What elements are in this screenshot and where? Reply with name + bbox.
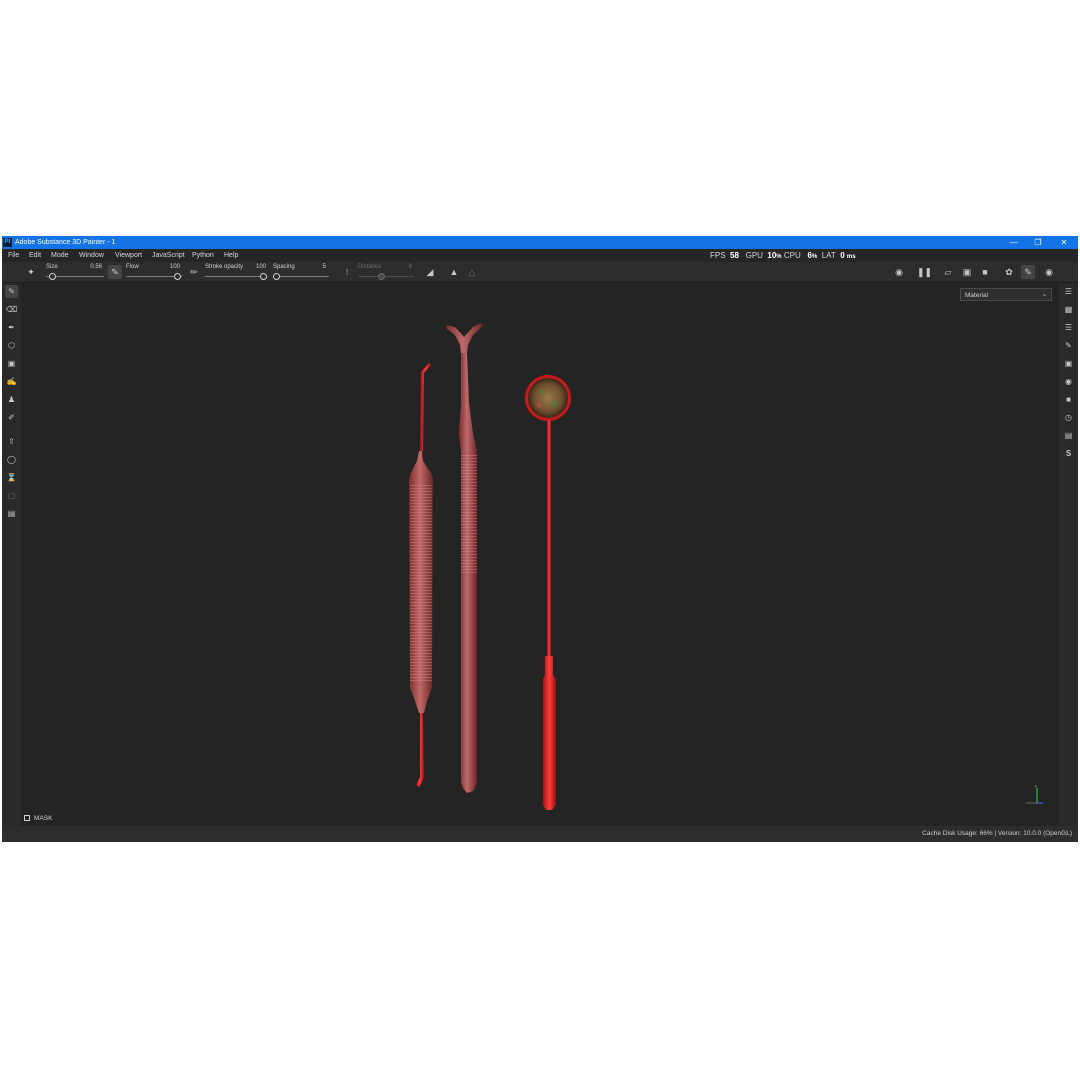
minimize-button[interactable]: — — [1002, 236, 1026, 249]
distance-label: Distance — [358, 264, 382, 270]
texture-set-icon[interactable]: ▦ — [1062, 303, 1075, 316]
menu-window[interactable]: Window — [79, 251, 104, 260]
flow-value[interactable]: 100 — [164, 264, 180, 271]
spacing-slider-handle[interactable] — [273, 273, 280, 280]
distance-value: 8 — [408, 264, 412, 270]
quick-mask-icon[interactable]: ◯ — [5, 453, 18, 466]
paint-brush-icon[interactable]: ✎ — [5, 285, 18, 298]
geometry-fill-icon[interactable]: ⬡ — [5, 339, 18, 352]
stroke-opacity-label: Stroke opacity — [205, 264, 244, 270]
mask-checkbox[interactable] — [24, 815, 30, 822]
spacing-slider[interactable] — [273, 276, 329, 277]
gpu-value: 10 — [767, 251, 777, 260]
menu-javascript[interactable]: JavaScript — [152, 251, 185, 260]
screenshot-camera-icon[interactable]: ◉ — [1042, 265, 1056, 279]
right-panel-bar: ☰ ▦ ☰ ✎ ▣ ◉ ■ ◷ ▤ S — [1059, 283, 1078, 826]
shelf-icon[interactable]: ■ — [1062, 393, 1075, 406]
pause-render-icon[interactable]: ❚❚ — [917, 265, 932, 279]
stroke-opacity-slider[interactable] — [205, 276, 267, 277]
display-settings-icon[interactable]: ▣ — [1062, 357, 1075, 370]
brush-preset-icon[interactable]: ✦ — [24, 265, 38, 279]
properties-icon[interactable]: ✎ — [1062, 339, 1075, 352]
smudge-icon[interactable]: ✍ — [5, 375, 18, 388]
mouth-mirror[interactable] — [525, 375, 571, 810]
bake-export-icon[interactable]: ⇪ — [5, 435, 18, 448]
menu-mode[interactable]: Mode — [51, 251, 69, 260]
pen-pressure-icon[interactable]: ✏ — [187, 265, 201, 279]
viewport-mode-icon[interactable]: ▱ — [941, 265, 955, 279]
hide-ui-icon[interactable]: ◉ — [892, 265, 906, 279]
distance-slider — [358, 276, 414, 277]
projection-icon[interactable]: ✒ — [5, 321, 18, 334]
tool-properties-bar: ✦ Size 0.56 ✎ Flow 100 ✏ Stroke opacity … — [2, 262, 1078, 283]
close-button[interactable]: ✕ — [1052, 236, 1076, 249]
size-label: Size — [46, 264, 58, 270]
explorer-probe[interactable] — [409, 363, 433, 787]
layers-panel-icon[interactable]: ☰ — [1062, 285, 1075, 298]
disabled-tool-icon: ⌛ — [6, 473, 17, 482]
title-bar: Pt Adobe Substance 3D Painter - 1 — ❐ ✕ — [2, 236, 1078, 249]
window-title: Adobe Substance 3D Painter - 1 — [15, 239, 116, 246]
clone-stamp-icon[interactable]: ♟ — [5, 393, 18, 406]
cpu-unit: % — [811, 254, 818, 260]
lat-unit: ms — [846, 254, 856, 260]
spacing-value[interactable]: 5 — [310, 264, 326, 271]
polygon-fill-icon[interactable]: ▣ — [5, 357, 18, 370]
menu-viewport[interactable]: Viewport — [115, 251, 142, 260]
menu-python[interactable]: Python — [192, 251, 214, 260]
paint-mode-icon[interactable]: ✎ — [1021, 265, 1035, 279]
mask-label: MASK — [34, 815, 53, 822]
stroke-opacity-handle[interactable] — [260, 273, 267, 280]
log-icon[interactable]: ▤ — [1062, 429, 1075, 442]
substance-icon[interactable]: S — [1062, 447, 1075, 460]
axis-gizmo-icon: y — [1026, 783, 1043, 804]
gpu-unit: % — [776, 254, 782, 260]
layer-stack-icon[interactable]: ☰ — [1062, 321, 1075, 334]
flow-slider-handle[interactable] — [174, 273, 181, 280]
status-bar: Cache Disk Usage: 66% | Version: 10.0.0 … — [2, 826, 1078, 842]
size-slider-handle[interactable] — [49, 273, 56, 280]
eraser-icon[interactable]: ⌫ — [5, 303, 18, 316]
notes-icon[interactable]: ▤ — [5, 507, 18, 520]
color-picker-icon[interactable]: ✐ — [5, 411, 18, 424]
lazy-mouse-icon[interactable]: ⁝ — [340, 265, 354, 279]
flow-label: Flow — [126, 264, 139, 270]
radial-symmetry-icon: △ — [468, 267, 476, 277]
mask-indicator[interactable]: MASK — [24, 815, 52, 823]
svg-text:y: y — [1035, 783, 1037, 788]
size-value[interactable]: 0.56 — [86, 264, 102, 271]
menu-bar: File Edit Mode Window Viewport JavaScrip… — [2, 249, 1078, 262]
pressure-brush-icon[interactable]: ✎ — [108, 265, 122, 279]
history-icon[interactable]: ◷ — [1062, 411, 1075, 424]
3d-cube-icon[interactable]: ▣ — [960, 265, 974, 279]
3d-viewport[interactable]: Material ⌄ y MASK — [21, 283, 1059, 826]
symmetry-angle-icon[interactable]: ◢ — [423, 265, 437, 279]
menu-edit[interactable]: Edit — [29, 251, 41, 260]
mirror-symmetry-icon[interactable]: ▲ — [447, 265, 461, 279]
cpu-label: CPU — [783, 251, 801, 260]
status-text: Cache Disk Usage: 66% | Version: 10.0.0 … — [922, 830, 1072, 837]
environment-icon[interactable]: ◉ — [1062, 375, 1075, 388]
camera-video-icon[interactable]: ■ — [978, 265, 992, 279]
app-window: Pt Adobe Substance 3D Painter - 1 — ❐ ✕ … — [2, 236, 1078, 842]
restore-button[interactable]: ❐ — [1026, 236, 1050, 249]
spacing-label: Spacing — [273, 264, 295, 270]
menu-file[interactable]: File — [8, 251, 19, 260]
fps-value: 58 — [730, 251, 739, 260]
lat-label: LAT — [821, 251, 836, 260]
iray-render-icon[interactable]: ✿ — [1002, 265, 1016, 279]
fps-label: FPS — [710, 251, 726, 260]
lat-value: 0 — [840, 251, 845, 260]
y-tip-instrument[interactable] — [446, 323, 483, 793]
left-toolbar: ✎ ⌫ ✒ ⬡ ▣ ✍ ♟ ✐ ⇪ ◯ ⌛ ▢ ▤ — [2, 283, 21, 826]
gpu-label: GPU — [745, 251, 763, 260]
menu-help[interactable]: Help — [224, 251, 238, 260]
app-logo-icon: Pt — [3, 238, 12, 247]
disabled-tool-icon: ▢ — [7, 491, 16, 500]
distance-slider-handle — [378, 273, 385, 280]
dental-tools-model: y — [409, 323, 1043, 810]
stroke-opacity-value[interactable]: 100 — [250, 264, 266, 271]
